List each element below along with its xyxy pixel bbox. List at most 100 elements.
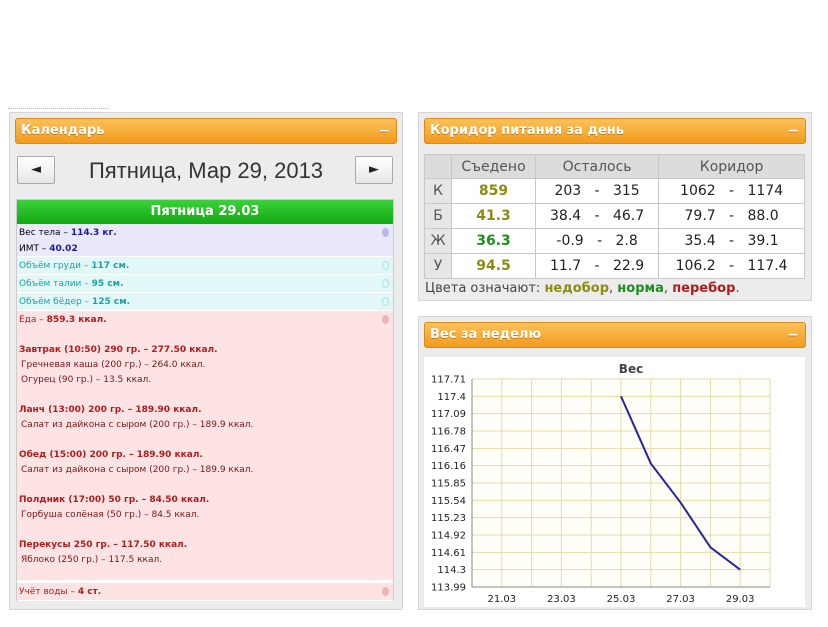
meal-title[interactable]: Полдник (17:00) 50 гр. – 84.50 ккал. xyxy=(19,495,209,505)
y-tick-label: 116.78 xyxy=(431,427,466,438)
page-divider xyxy=(8,108,108,110)
meal-title[interactable]: Перекусы 250 гр. – 117.50 ккал. xyxy=(19,540,187,550)
weight-icon xyxy=(382,228,389,237)
remaining-range: -0.9 - 2.8 xyxy=(534,228,660,254)
water-value: 4 ст. xyxy=(77,587,102,597)
legend-prefix: Цвета означают: xyxy=(425,281,541,296)
column-header xyxy=(424,154,452,179)
remaining-range: 11.7 - 22.9 xyxy=(534,253,660,279)
meal-item: Гречневая каша (200 гр.) – 264.0 ккал. xyxy=(21,360,206,370)
tape-icon xyxy=(382,261,389,270)
corridor-row: У 94.5 11.7 - 22.9 106.2 - 117.4 xyxy=(424,253,805,279)
legend-under: недобор xyxy=(544,281,609,296)
remaining-range: 203 - 315 xyxy=(534,178,660,204)
meal-item: Салат из дайкона с сыром (200 гр.) – 189… xyxy=(21,465,254,475)
y-tick-label: 115.54 xyxy=(431,496,466,507)
meal-item: Горбуша солёная (50 гр.) – 84.5 ккал. xyxy=(21,510,200,520)
legend-norm: норма xyxy=(617,281,664,296)
food-label: Еда – xyxy=(19,315,44,325)
waist-value: 95 см. xyxy=(91,279,124,289)
meal-item: Салат из дайкона с сыром (200 гр.) – 189… xyxy=(21,420,254,430)
meal-title[interactable]: Обед (15:00) 200 гр. – 189.90 ккал. xyxy=(19,450,203,460)
column-header: Съедено xyxy=(451,154,536,179)
tape-icon xyxy=(382,297,389,306)
water-section[interactable]: Учёт воды – 4 ст. xyxy=(17,583,393,601)
y-tick-label: 114.3 xyxy=(437,565,466,576)
chart-title: Вес xyxy=(619,362,643,376)
day-header[interactable]: Пятница 29.03 xyxy=(17,200,393,224)
eaten-value: 36.3 xyxy=(451,228,536,254)
water-icon xyxy=(382,587,389,596)
weight-chart: 117.71 117.4 117.09 116.78 116.47 116.16 115.8… xyxy=(424,357,805,607)
corridor-range: 106.2 - 117.4 xyxy=(658,253,805,279)
weekly-weight-panel: Вес за неделю − 117.71 117.4 117.09 116.78 1… xyxy=(418,316,812,610)
day-entry: Пятница 29.03 Вес тела – 114.3 кг. ИМТ –… xyxy=(16,199,394,601)
corridor-range: 35.4 - 39.1 xyxy=(658,228,805,254)
remaining-range: 38.4 - 46.7 xyxy=(534,203,660,229)
prev-day-button[interactable]: ◄ xyxy=(17,156,55,184)
legend-over: перебор xyxy=(672,281,736,296)
y-tick-label: 117.71 xyxy=(431,375,466,386)
weight-section[interactable]: Вес тела – 114.3 кг. ИМТ – 40.02 xyxy=(17,224,393,257)
collapse-icon[interactable]: − xyxy=(378,119,390,143)
chest-value: 117 см. xyxy=(91,261,130,271)
corridor-row: Ж 36.3 -0.9 - 2.8 35.4 - 39.1 xyxy=(424,228,805,254)
collapse-icon[interactable]: − xyxy=(787,323,799,347)
date-navigation: ◄ Пятница, Мар 29, 2013 ► xyxy=(15,153,397,189)
y-tick-label: 115.23 xyxy=(431,513,466,524)
food-section[interactable]: Еда – 859.3 ккал. Завтрак (10:50) 290 гр… xyxy=(17,311,393,581)
y-tick-label: 113.99 xyxy=(431,583,466,594)
corridor-panel-header[interactable]: Коридор питания за день − xyxy=(424,118,806,144)
corridor-row: Б 41.3 38.4 - 46.7 79.7 - 88.0 xyxy=(424,203,805,229)
corridor-panel-title: Коридор питания за день xyxy=(430,123,624,138)
column-header: Коридор xyxy=(658,154,805,179)
date-title: Пятница, Мар 29, 2013 xyxy=(88,158,324,183)
weight-value: 114.3 кг. xyxy=(70,228,117,238)
y-tick-label: 115.85 xyxy=(431,479,466,490)
waist-section[interactable]: Объём талии – 95 см. xyxy=(17,275,393,293)
next-day-button[interactable]: ► xyxy=(355,156,393,184)
waist-label: Объём талии – xyxy=(19,279,89,289)
weight-label: Вес тела – xyxy=(19,228,68,238)
calendar-panel: Календарь − ◄ Пятница, Мар 29, 2013 ► Пя… xyxy=(9,112,403,610)
eaten-value: 859 xyxy=(451,178,536,204)
y-tick-label: 114.92 xyxy=(431,531,466,542)
hips-label: Объём бёдер – xyxy=(19,297,90,307)
eaten-value: 41.3 xyxy=(451,203,536,229)
tape-icon xyxy=(382,279,389,288)
x-tick-label: 23.03 xyxy=(547,594,576,605)
corridor-row: К 859 203 - 315 1062 - 1174 xyxy=(424,178,805,204)
column-header: Осталось xyxy=(534,154,660,179)
eaten-value: 94.5 xyxy=(451,253,536,279)
nutrition-corridor-panel: Коридор питания за день − Съедено Остало… xyxy=(418,112,812,301)
x-tick-label: 25.03 xyxy=(607,594,636,605)
meal-item: Огурец (90 гр.) – 13.5 ккал. xyxy=(21,375,152,385)
y-tick-label: 117.4 xyxy=(437,392,466,403)
bmi-label: ИМТ – xyxy=(19,244,47,254)
corridor-range: 79.7 - 88.0 xyxy=(658,203,805,229)
corridor-range: 1062 - 1174 xyxy=(658,178,805,204)
calendar-panel-title: Календарь xyxy=(21,123,105,138)
y-tick-label: 114.61 xyxy=(431,548,466,559)
food-total-value: 859.3 ккал. xyxy=(46,315,107,325)
calendar-panel-header[interactable]: Календарь − xyxy=(15,118,397,144)
hips-value: 125 см. xyxy=(91,297,131,307)
y-tick-label: 117.09 xyxy=(431,409,466,420)
meal-title[interactable]: Ланч (13:00) 200 гр. – 189.90 ккал. xyxy=(19,405,202,415)
row-label: Б xyxy=(424,203,452,229)
y-tick-label: 116.47 xyxy=(431,444,466,455)
chest-section[interactable]: Объём груди – 117 см. xyxy=(17,257,393,275)
y-tick-label: 116.16 xyxy=(431,461,466,472)
collapse-icon[interactable]: − xyxy=(787,119,799,143)
row-label: У xyxy=(424,253,452,279)
chest-label: Объём груди – xyxy=(19,261,89,271)
x-tick-label: 27.03 xyxy=(666,594,695,605)
meal-item: Яблоко (250 гр.) – 117.5 ккал. xyxy=(21,555,163,565)
x-tick-label: 29.03 xyxy=(726,594,755,605)
week-panel-header[interactable]: Вес за неделю − xyxy=(424,322,806,348)
water-label: Учёт воды – xyxy=(19,587,75,597)
week-panel-title: Вес за неделю xyxy=(430,327,542,342)
weight-chart-svg: 117.71 117.4 117.09 116.78 116.47 116.16 115.8… xyxy=(431,362,771,605)
hips-section[interactable]: Объём бёдер – 125 см. xyxy=(17,293,393,311)
meal-title[interactable]: Завтрак (10:50) 290 гр. – 277.50 ккал. xyxy=(19,345,218,355)
